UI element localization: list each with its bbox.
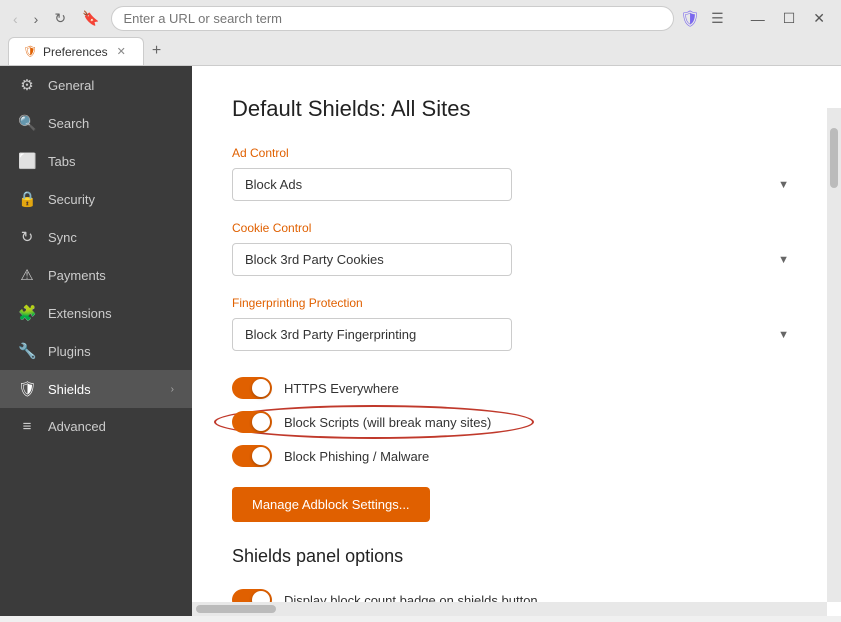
sidebar-item-plugins[interactable]: 🔧 Plugins <box>0 332 192 370</box>
payments-icon: ⚠ <box>18 266 36 284</box>
gear-icon: ⚙ <box>18 76 36 94</box>
tab-icon: 🛡 <box>23 45 37 58</box>
fingerprinting-arrow: ▼ <box>778 329 789 341</box>
sidebar-item-shields[interactable]: 🛡 Shields › <box>0 370 192 408</box>
cookie-control-label: Cookie Control <box>232 221 801 235</box>
ad-control-label: Ad Control <box>232 146 801 160</box>
cookie-control-select[interactable]: Block 3rd Party Cookies Block All Cookie… <box>232 243 512 276</box>
search-label: Search <box>48 116 174 131</box>
phishing-label: Block Phishing / Malware <box>284 449 429 464</box>
plugins-icon: 🔧 <box>18 342 36 360</box>
tabs-label: Tabs <box>48 154 174 169</box>
manage-adblock-button[interactable]: Manage Adblock Settings... <box>232 487 430 522</box>
scrollbar-bottom[interactable] <box>192 602 827 616</box>
ad-control-arrow: ▼ <box>778 179 789 191</box>
tabs-icon: ⬜ <box>18 152 36 170</box>
lock-icon: 🔒 <box>18 190 36 208</box>
advanced-icon: ≡ <box>18 418 36 435</box>
forward-button[interactable]: › <box>29 8 44 30</box>
maximize-button[interactable]: ☐ <box>775 7 804 30</box>
extensions-icon: 🧩 <box>18 304 36 322</box>
phishing-toggle-row: Block Phishing / Malware <box>232 439 801 473</box>
ad-control-wrapper: Block Ads Allow Ads and Tracking Block A… <box>232 168 801 201</box>
preferences-tab[interactable]: 🛡 Preferences ✕ <box>8 37 144 65</box>
cookie-control-wrapper: Block 3rd Party Cookies Block All Cookie… <box>232 243 801 276</box>
tab-label: Preferences <box>43 45 108 59</box>
brave-shield-icon: 🛡 <box>680 9 700 29</box>
ad-control-select[interactable]: Block Ads Allow Ads and Tracking Block A… <box>232 168 512 201</box>
scroll-thumb <box>830 128 838 188</box>
app-layout: ⚙ General 🔍 Search ⬜ Tabs 🔒 Security ↻ S… <box>0 66 841 616</box>
scrollbar-right[interactable] <box>827 108 841 602</box>
general-label: General <box>48 78 174 93</box>
window-controls: — ☐ ✕ <box>743 7 833 30</box>
search-icon: 🔍 <box>18 114 36 132</box>
payments-label: Payments <box>48 268 174 283</box>
tab-bar: 🛡 Preferences ✕ + <box>0 37 841 65</box>
sidebar-item-payments[interactable]: ⚠ Payments <box>0 256 192 294</box>
sidebar-item-advanced[interactable]: ≡ Advanced <box>0 408 192 445</box>
shields-arrow: › <box>171 384 174 395</box>
close-button[interactable]: ✕ <box>805 7 833 30</box>
fingerprinting-wrapper: Block 3rd Party Fingerprinting Block All… <box>232 318 801 351</box>
https-toggle[interactable] <box>232 377 272 399</box>
shields-icon: 🛡 <box>18 380 36 398</box>
sync-icon: ↻ <box>18 228 36 246</box>
panel-section-title: Shields panel options <box>232 546 801 567</box>
fingerprinting-select[interactable]: Block 3rd Party Fingerprinting Block All… <box>232 318 512 351</box>
scripts-label: Block Scripts (will break many sites) <box>284 415 491 430</box>
advanced-label: Advanced <box>48 419 174 434</box>
phishing-toggle[interactable] <box>232 445 272 467</box>
security-label: Security <box>48 192 174 207</box>
minimize-button[interactable]: — <box>743 7 773 30</box>
browser-chrome: ‹ › ↻ 🔖 🛡 ☰ — ☐ ✕ 🛡 Preferences ✕ + <box>0 0 841 66</box>
back-button[interactable]: ‹ <box>8 8 23 30</box>
refresh-button[interactable]: ↻ <box>49 7 71 30</box>
https-label: HTTPS Everywhere <box>284 381 399 396</box>
new-tab-button[interactable]: + <box>144 38 169 64</box>
page-title: Default Shields: All Sites <box>232 96 801 122</box>
sidebar: ⚙ General 🔍 Search ⬜ Tabs 🔒 Security ↻ S… <box>0 66 192 616</box>
sync-label: Sync <box>48 230 174 245</box>
bookmark-button[interactable]: 🔖 <box>77 7 104 30</box>
scripts-toggle-row: Block Scripts (will break many sites) <box>232 405 801 439</box>
cookie-control-arrow: ▼ <box>778 254 789 266</box>
tab-close-button[interactable]: ✕ <box>114 44 129 59</box>
sidebar-item-tabs[interactable]: ⬜ Tabs <box>0 142 192 180</box>
fingerprinting-label: Fingerprinting Protection <box>232 296 801 310</box>
main-content: Default Shields: All Sites Ad Control Bl… <box>192 66 841 616</box>
sidebar-item-search[interactable]: 🔍 Search <box>0 104 192 142</box>
scroll-thumb-bottom <box>196 605 276 613</box>
address-input[interactable] <box>124 11 661 26</box>
https-toggle-row: HTTPS Everywhere <box>232 371 801 405</box>
extensions-label: Extensions <box>48 306 174 321</box>
plugins-label: Plugins <box>48 344 174 359</box>
sidebar-item-general[interactable]: ⚙ General <box>0 66 192 104</box>
menu-button[interactable]: ☰ <box>706 7 729 30</box>
address-bar <box>111 6 674 31</box>
sidebar-item-extensions[interactable]: 🧩 Extensions <box>0 294 192 332</box>
sidebar-item-security[interactable]: 🔒 Security <box>0 180 192 218</box>
scripts-toggle[interactable] <box>232 411 272 433</box>
sidebar-item-sync[interactable]: ↻ Sync <box>0 218 192 256</box>
shields-label: Shields <box>48 382 159 397</box>
